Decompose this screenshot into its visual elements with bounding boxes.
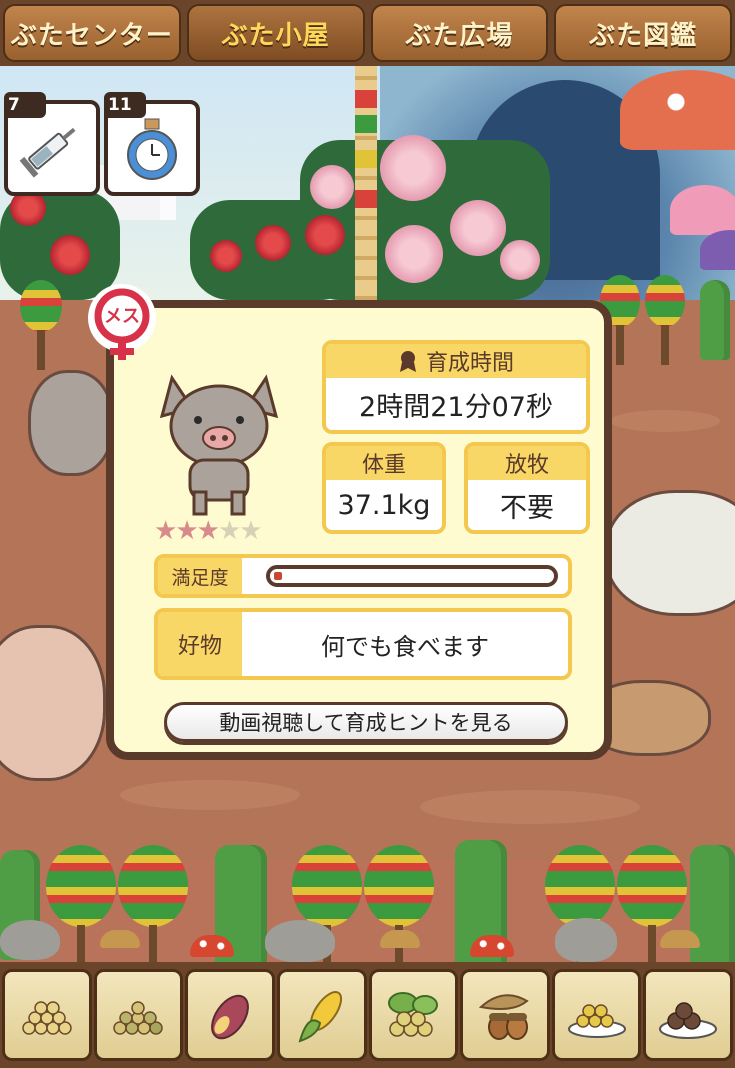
maraca-decoration	[118, 845, 188, 965]
tab-label: ぶたセンター	[10, 20, 173, 51]
female-gender-badge: メス	[88, 284, 156, 360]
rock	[0, 920, 60, 960]
tab-label: ぶた小屋	[221, 20, 330, 51]
pink-rose	[450, 200, 506, 256]
main-tab-bar: ぶたセンター ぶた小屋 ぶた広場 ぶた図鑑	[0, 0, 735, 66]
satisfaction-label: 満足度	[158, 558, 242, 594]
pink-pig-left	[0, 625, 106, 781]
grazing-value: 不要	[500, 492, 554, 524]
grazing-box: 放牧 不要	[464, 442, 590, 534]
star-filled: ★	[196, 516, 220, 546]
decorated-pole	[355, 60, 377, 310]
tab-label: ぶた図鑑	[589, 20, 698, 51]
growth-time-box: 育成時間 2時間21分07秒	[322, 340, 590, 434]
brown-mushroom	[380, 930, 420, 948]
ribbon-icon	[399, 351, 416, 372]
item-count: 7	[4, 92, 46, 118]
sweet-potato-icon	[211, 994, 249, 1040]
food-slot-acorn[interactable]	[460, 969, 550, 1061]
weight-value: 37.1kg	[337, 489, 431, 521]
ground-patch	[420, 790, 640, 824]
rock	[265, 920, 335, 962]
red-rose	[50, 235, 90, 275]
weight-box: 体重 37.1kg	[322, 442, 446, 534]
brown-mushroom	[100, 930, 140, 948]
star-empty: ★	[239, 516, 262, 546]
rarity-stars: ★★★★★	[154, 516, 263, 546]
pink-rose	[500, 240, 540, 280]
maraca-decoration	[645, 275, 685, 365]
toadstool	[470, 935, 514, 957]
grain-bowl-icon	[567, 1004, 626, 1038]
star-filled: ★	[154, 516, 177, 546]
potion-item-button[interactable]: 11	[104, 92, 200, 196]
weight-label: 体重	[326, 446, 442, 480]
cactus	[700, 280, 730, 360]
corn-icon	[298, 991, 342, 1043]
maraca-decoration	[292, 845, 362, 965]
grain-pile-icon	[22, 1001, 72, 1035]
grazing-label: 放牧	[468, 446, 586, 480]
pink-mushroom	[670, 185, 735, 235]
tab-buta-encyclopedia[interactable]: ぶた図鑑	[554, 4, 732, 62]
ground-patch	[610, 410, 720, 432]
food-slot-sweet-potato[interactable]	[185, 969, 275, 1061]
watch-video-hint-button[interactable]: 動画視聴して育成ヒントを見る	[164, 702, 568, 742]
maraca-decoration	[46, 845, 116, 965]
star-empty: ★	[217, 516, 241, 546]
tab-buta-hut[interactable]: ぶた小屋	[186, 4, 365, 62]
star-filled: ★	[175, 516, 198, 546]
favorite-food-row: 好物 何でも食べます	[154, 608, 572, 680]
growth-time-label: 育成時間	[425, 351, 514, 376]
food-slot-grain[interactable]	[2, 969, 92, 1061]
satisfaction-meter	[266, 565, 558, 587]
gender-label: メス	[104, 306, 140, 327]
pink-rose	[385, 225, 443, 283]
mixed-grain-icon	[113, 1001, 164, 1035]
favorite-food-value: 何でも食べます	[321, 632, 489, 661]
pig-info-panel: ★★★★★ 育成時間 2時間21分07秒 体重 37.1kg 放牧 不要 満足度…	[106, 300, 612, 760]
food-slot-grain-bowl[interactable]	[551, 969, 642, 1061]
rock	[555, 918, 617, 962]
maraca-decoration	[545, 845, 615, 965]
food-slot-mixed-grain[interactable]	[93, 969, 184, 1061]
pink-rose	[310, 165, 354, 209]
item-count: 11	[104, 92, 146, 118]
maraca-decoration	[20, 280, 62, 370]
red-rose	[305, 215, 345, 255]
food-selection-bar	[0, 962, 735, 1068]
tab-label: ぶた広場	[405, 20, 514, 51]
maraca-decoration	[617, 845, 687, 965]
growth-time-value: 2時間21分07秒	[359, 391, 553, 423]
tab-buta-center[interactable]: ぶたセンター	[3, 4, 181, 62]
tab-buta-plaza[interactable]: ぶた広場	[370, 4, 549, 62]
gray-pig-left	[28, 370, 114, 476]
meatball-plate-icon	[659, 1002, 718, 1039]
ground-patch	[120, 780, 300, 810]
brown-mushroom	[660, 930, 700, 948]
red-rose	[255, 225, 291, 261]
syringe-item-button[interactable]: 7	[4, 92, 100, 196]
acorn-icon	[478, 994, 529, 1040]
food-slot-meatball-plate[interactable]	[643, 969, 733, 1061]
leafy-seeds-icon	[388, 992, 439, 1037]
favorite-food-label: 好物	[158, 612, 242, 676]
pig-portrait	[159, 374, 279, 516]
food-slot-leafy-seeds[interactable]	[368, 969, 459, 1061]
syringe-icon	[19, 127, 76, 178]
red-rose	[210, 240, 242, 272]
maraca-decoration	[364, 845, 434, 965]
potion-clock-icon	[127, 118, 177, 180]
white-boar-right	[605, 490, 735, 616]
satisfaction-meter-fill	[274, 572, 282, 580]
food-slot-corn[interactable]	[276, 969, 367, 1061]
satisfaction-row: 満足度	[154, 554, 572, 598]
pink-rose	[380, 135, 446, 201]
